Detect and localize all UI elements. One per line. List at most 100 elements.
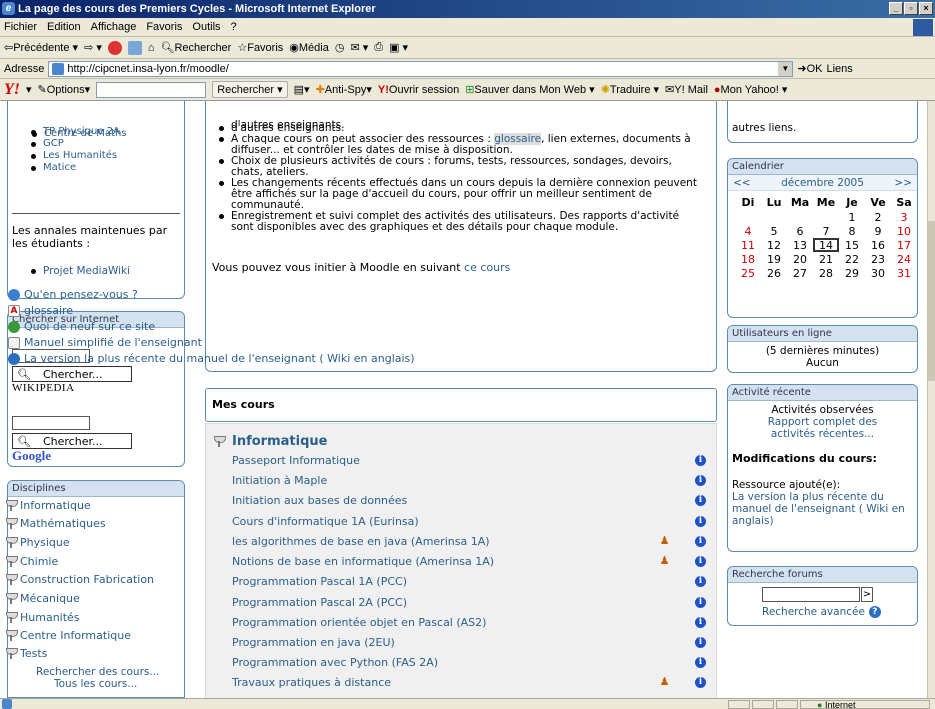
yahoo-dropdown-icon[interactable]: ▾ — [26, 83, 32, 96]
maximize-button[interactable]: ▫ — [904, 2, 918, 15]
calendar-day[interactable]: 31 — [891, 266, 917, 280]
calendar-day[interactable]: 24 — [891, 252, 917, 266]
address-dropdown-icon[interactable]: ▼ — [778, 61, 793, 76]
search-courses-link[interactable]: Rechercher des cours... — [36, 666, 159, 678]
course-link[interactable]: Notions de base en informatique (Amerins… — [232, 555, 494, 568]
course-link[interactable]: Initiation aux bases de données — [232, 494, 407, 507]
info-icon[interactable]: i — [695, 536, 706, 547]
calendar-day[interactable]: 17 — [891, 238, 917, 252]
forum-search-button[interactable]: > — [861, 587, 873, 602]
calendar-day[interactable]: 9 — [865, 224, 891, 238]
calendar-day[interactable]: 21 — [813, 252, 839, 266]
activity-manual[interactable]: Manuel simplifié de l'enseignant — [8, 336, 202, 349]
calendar-day[interactable]: 2 — [865, 210, 891, 224]
forward-button[interactable]: ⇨ ▾ — [84, 41, 102, 54]
discipline-mathematiques[interactable]: Mathématiques — [6, 517, 106, 530]
info-icon[interactable]: i — [695, 576, 706, 587]
highlight-icon[interactable]: ▤▾ — [294, 83, 310, 96]
discipline-humanites[interactable]: Humanités — [6, 611, 80, 624]
calendar-day[interactable]: 7 — [813, 224, 839, 238]
session-button[interactable]: Y!Ouvrir session — [378, 84, 459, 96]
discipline-centre-info[interactable]: Centre Informatique — [6, 629, 131, 642]
resource-link[interactable]: La version la plus récente du manuel de … — [732, 491, 913, 527]
discipline-chimie[interactable]: Chimie — [6, 555, 58, 568]
teachers-icon[interactable]: ♟ — [658, 555, 671, 567]
discipline-physique[interactable]: Physique — [6, 536, 70, 549]
help-icon[interactable]: ? — [868, 606, 881, 618]
course-link[interactable]: Programmation orientée objet en Pascal (… — [232, 616, 486, 629]
course-link[interactable]: Programmation Pascal 2A (PCC) — [232, 596, 407, 609]
history-icon[interactable]: ◷ — [335, 41, 345, 54]
calendar-day[interactable]: 16 — [865, 238, 891, 252]
calendar-today[interactable]: 14 — [813, 238, 839, 252]
calendar-day[interactable]: 12 — [761, 238, 787, 252]
calendar-day[interactable]: 22 — [839, 252, 865, 266]
info-icon[interactable]: i — [695, 677, 706, 688]
scrollbar-thumb[interactable] — [928, 221, 935, 381]
course-link[interactable]: Passeport Informatique — [232, 454, 360, 467]
myyahoo-button[interactable]: ●Mon Yahoo! ▾ — [714, 83, 788, 96]
print-icon[interactable]: ⎙ — [374, 41, 383, 54]
mail-icon[interactable]: ✉ ▾ — [350, 41, 368, 54]
course-link[interactable]: Programmation en java (2EU) — [232, 636, 395, 649]
activity-glossary[interactable]: Aglossaire — [8, 304, 73, 317]
calendar-day[interactable]: 4 — [735, 224, 761, 238]
go-button[interactable]: ➜OK — [797, 62, 822, 75]
home-icon[interactable]: ⌂ — [148, 42, 155, 54]
menu-fichier[interactable]: Fichier — [4, 21, 37, 33]
info-icon[interactable]: i — [695, 516, 706, 527]
google-search-input[interactable] — [12, 416, 90, 430]
info-icon[interactable]: i — [695, 556, 706, 567]
calendar-day[interactable]: 27 — [787, 266, 813, 280]
menu-help[interactable]: ? — [231, 21, 237, 33]
close-button[interactable]: × — [919, 2, 933, 15]
vertical-scrollbar[interactable] — [927, 101, 935, 698]
wikipedia-search-button[interactable]: 🔍︎ Chercher... — [12, 366, 132, 382]
calendar-day[interactable]: 15 — [839, 238, 865, 252]
calendar-day[interactable]: 11 — [735, 238, 761, 252]
calendar-day[interactable]: 3 — [891, 210, 917, 224]
forum-advanced-link[interactable]: Recherche avancée? — [762, 606, 881, 618]
link-tp-physique[interactable]: TP Physique 2A — [7, 126, 185, 138]
link-projet-mediawiki[interactable]: Projet MediaWiki — [7, 265, 185, 277]
teachers-icon[interactable]: ♟ — [658, 676, 671, 688]
minimize-button[interactable]: _ — [889, 2, 903, 15]
calendar-day[interactable]: 20 — [787, 252, 813, 266]
yahoo-search-input[interactable] — [96, 81, 207, 98]
media-button[interactable]: ◉Média — [289, 41, 329, 54]
yahoo-logo[interactable]: Y! — [4, 81, 20, 99]
calendar-next[interactable]: >> — [894, 177, 912, 189]
info-icon[interactable]: i — [695, 637, 706, 648]
menu-outils[interactable]: Outils — [192, 21, 220, 33]
all-courses-link[interactable]: Tous les cours... — [54, 678, 137, 690]
calendar-day[interactable]: 30 — [865, 266, 891, 280]
calendar-day[interactable]: 25 — [735, 266, 761, 280]
calendar-day[interactable]: 18 — [735, 252, 761, 266]
discipline-construction[interactable]: Construction Fabrication — [6, 573, 154, 586]
calendar-day[interactable]: 8 — [839, 224, 865, 238]
course-link[interactable]: Cours d'informatique 1A (Eurinsa) — [232, 515, 419, 528]
info-icon[interactable]: i — [695, 597, 706, 608]
options-button[interactable]: ✎Options▾ — [38, 83, 91, 96]
course-link[interactable]: Programmation Pascal 1A (PCC) — [232, 575, 407, 588]
discipline-informatique[interactable]: Informatique — [6, 499, 91, 512]
google-search-button[interactable]: 🔍︎ Chercher... — [12, 433, 132, 449]
link-gcp[interactable]: GCP — [7, 138, 185, 150]
address-input[interactable]: http://cipcnet.insa-lyon.fr/moodle/ ▼ — [48, 60, 794, 77]
course-link[interactable]: les algorithmes de base en java (Amerins… — [232, 535, 490, 548]
activity-feedback[interactable]: Qu'en pensez-vous ? — [8, 288, 138, 301]
links-label[interactable]: Liens — [826, 63, 852, 75]
favorites-button[interactable]: ☆Favoris — [237, 41, 283, 54]
calendar-day[interactable]: 29 — [839, 266, 865, 280]
info-icon[interactable]: i — [695, 617, 706, 628]
refresh-icon[interactable] — [127, 40, 142, 55]
recent-report-link[interactable]: Rapport complet des activités récentes..… — [728, 416, 917, 440]
link-humanites[interactable]: Les Humanités — [7, 150, 185, 162]
menu-favoris[interactable]: Favoris — [146, 21, 182, 33]
translate-button[interactable]: ✺Traduire ▾ — [601, 83, 659, 96]
forum-search-input[interactable] — [762, 587, 860, 602]
category-informatique-link[interactable]: Informatique — [232, 434, 327, 449]
menu-edition[interactable]: Edition — [47, 21, 81, 33]
activity-news[interactable]: Quoi de neuf sur ce site — [8, 320, 155, 333]
discipline-mecanique[interactable]: Mécanique — [6, 592, 80, 605]
